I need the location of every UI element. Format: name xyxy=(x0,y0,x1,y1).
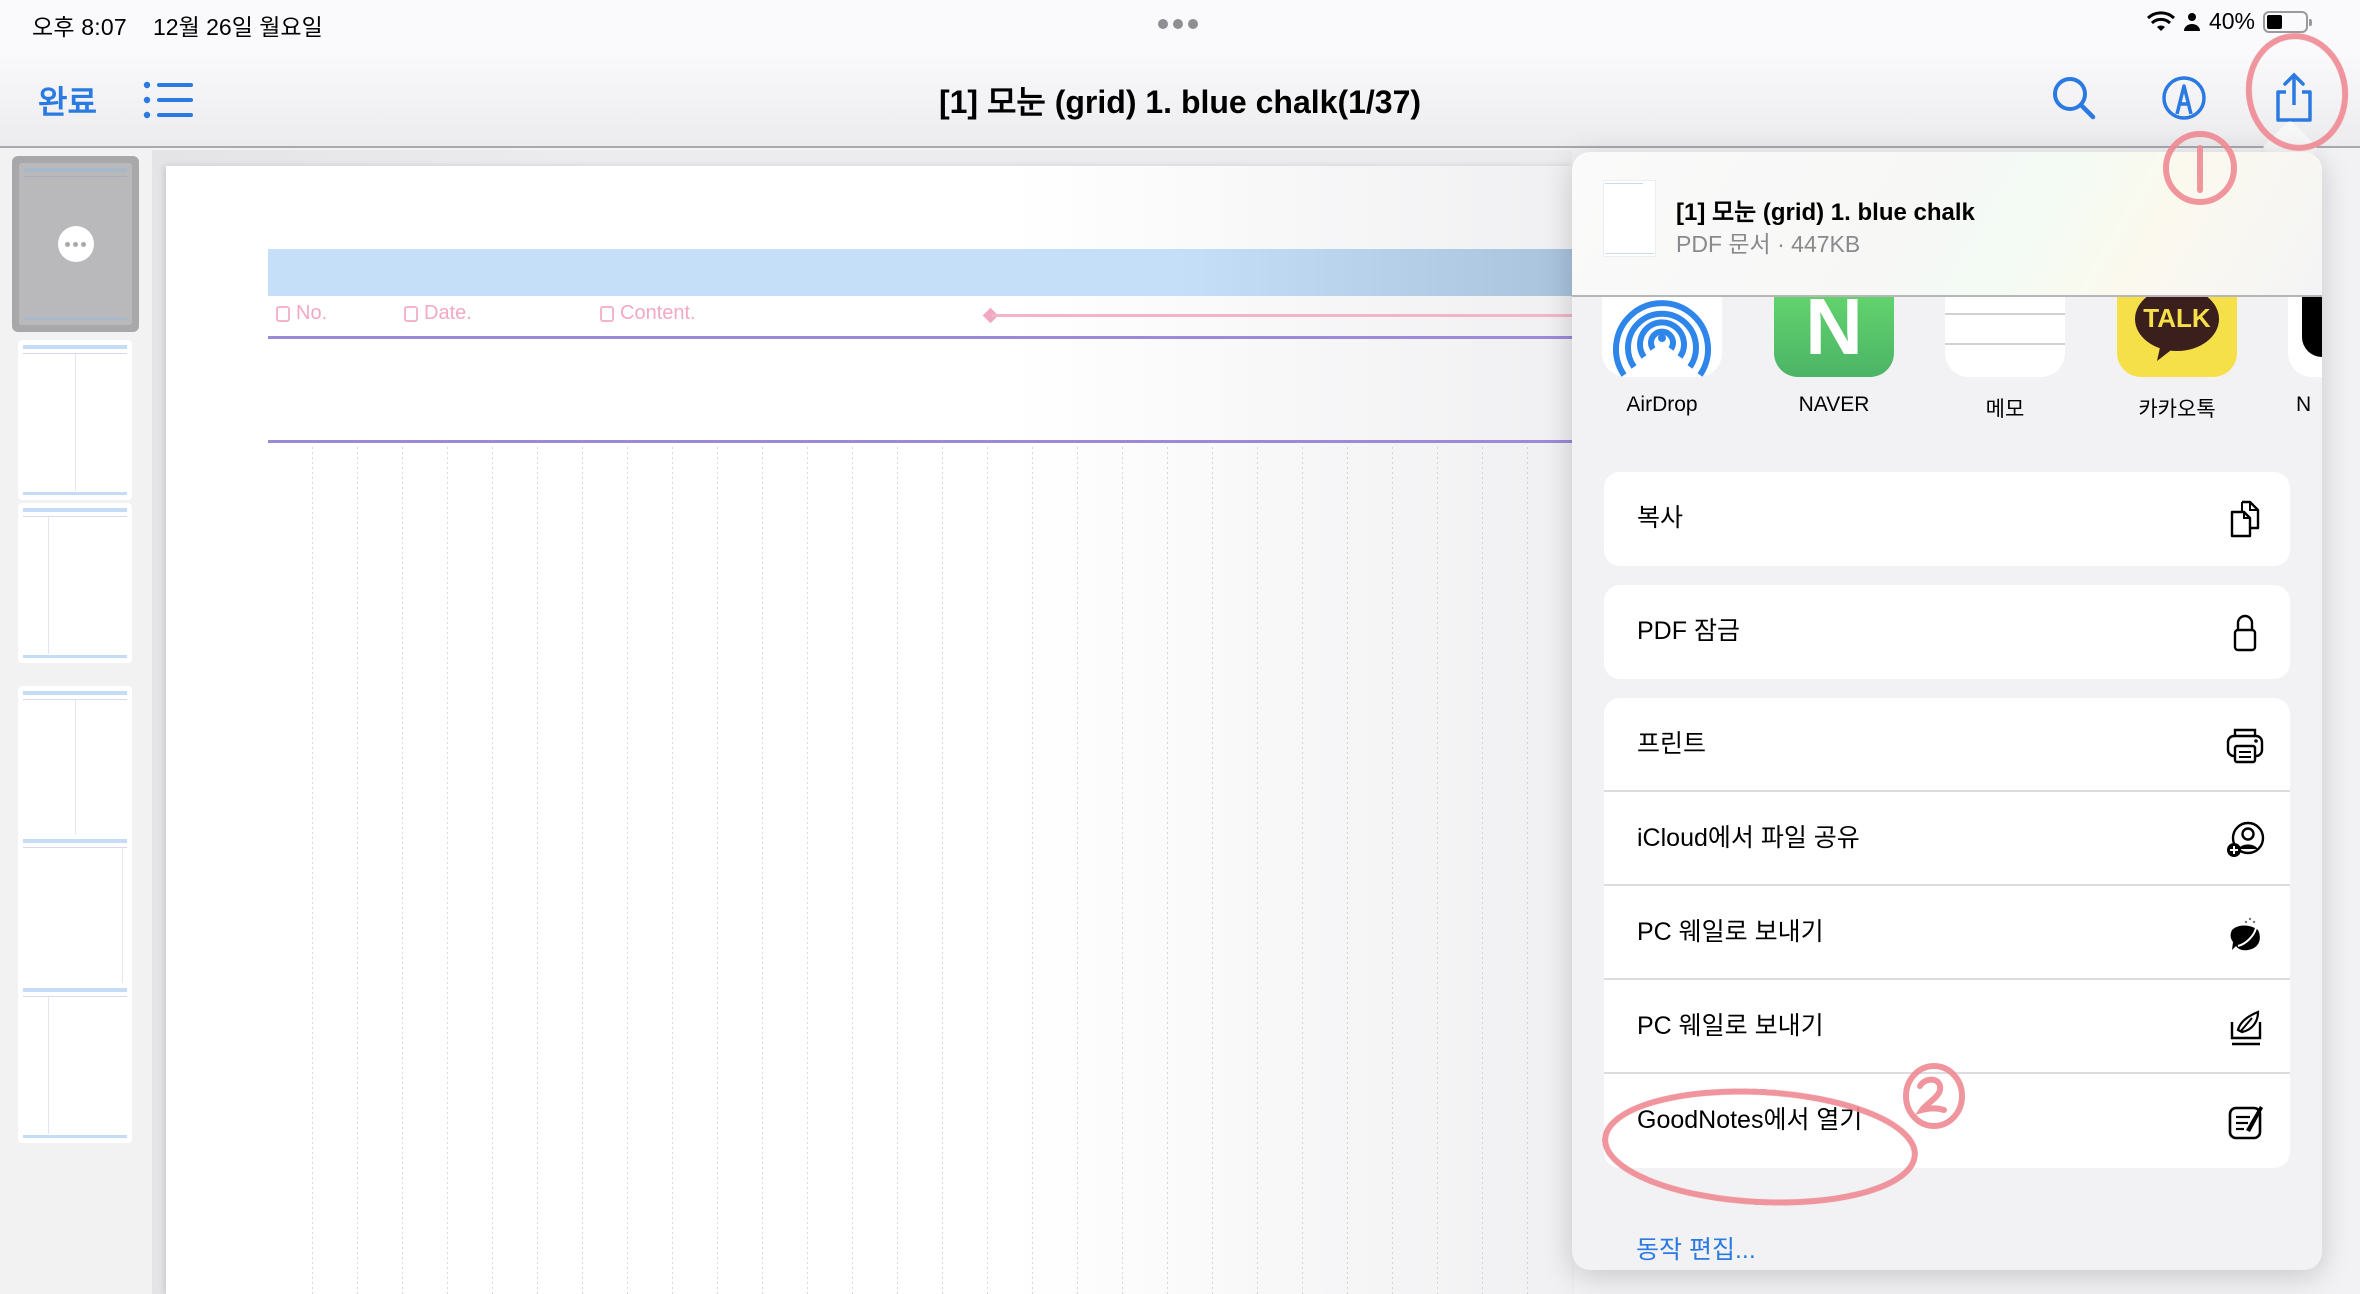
title-rule xyxy=(268,440,1572,443)
page-thumbnail-3[interactable] xyxy=(18,503,132,663)
page-thumbnail-4[interactable] xyxy=(18,686,132,846)
action-group-main: 프린트 iCloud에서 파일 공유 PC 웨일로 보내기 PC 웨일로 보내기… xyxy=(1604,698,2290,1168)
checkbox-icon xyxy=(404,305,418,322)
status-time: 오후 8:07 xyxy=(32,14,127,40)
field-content: Content. xyxy=(600,302,696,325)
header-band xyxy=(268,249,1572,296)
share-sheet: [1] 모눈 (grid) 1. blue chalk PDF 문서 · 447… xyxy=(1572,152,2322,1270)
status-bar: 오후 8:07 12월 26일 월요일 40% xyxy=(0,0,2360,50)
airdrop-icon xyxy=(1602,297,1722,377)
share-sheet-header: [1] 모눈 (grid) 1. blue chalk PDF 문서 · 447… xyxy=(1572,152,2322,297)
battery-percent: 40% xyxy=(2208,8,2255,34)
app-notes[interactable]: 메모 xyxy=(1945,297,2065,423)
action-whale-send[interactable]: PC 웨일로 보내기 xyxy=(1604,886,2290,980)
kakaotalk-icon: TALK xyxy=(2117,297,2237,377)
notes-icon xyxy=(1945,297,2065,377)
app-icon-partial xyxy=(2288,297,2322,377)
action-pdf-lock[interactable]: PDF 잠금 xyxy=(1604,585,2290,679)
file-meta: PDF 문서 · 447KB xyxy=(1676,231,1861,257)
action-group-lock: PDF 잠금 xyxy=(1604,585,2290,679)
checkbox-icon xyxy=(276,305,290,322)
app-airdrop[interactable]: AirDrop xyxy=(1602,297,1722,417)
document-title: [1] 모눈 (grid) 1. blue chalk(1/37) xyxy=(938,84,1422,120)
printer-icon xyxy=(2226,728,2264,764)
page-thumbnail-2[interactable] xyxy=(18,340,132,500)
status-indicators: 40% xyxy=(2146,8,2312,35)
markup-icon[interactable] xyxy=(2158,72,2210,124)
ellipsis-icon[interactable] xyxy=(57,226,94,262)
whale-send-icon xyxy=(2230,1010,2262,1046)
copy-icon xyxy=(2230,500,2260,538)
svg-text:TALK: TALK xyxy=(2143,303,2211,333)
action-print[interactable]: 프린트 xyxy=(1604,698,2290,792)
lock-icon xyxy=(2233,614,2257,652)
dotted-grid xyxy=(268,446,1572,1294)
page-thumbnail-6[interactable] xyxy=(18,983,132,1143)
file-name: [1] 모눈 (grid) 1. blue chalk xyxy=(1676,199,1975,226)
search-icon[interactable] xyxy=(2048,72,2100,124)
action-whale-send-2[interactable]: PC 웨일로 보내기 xyxy=(1604,980,2290,1074)
person-icon xyxy=(2183,12,2200,31)
battery-icon xyxy=(2263,10,2312,33)
page-thumbnail-sidebar xyxy=(0,150,152,1294)
app-partial[interactable]: N xyxy=(2288,297,2322,417)
page-thumbnail-5[interactable] xyxy=(18,834,132,994)
header-rule xyxy=(268,336,1572,339)
action-open-in-goodnotes[interactable]: GoodNotes에서 열기 xyxy=(1604,1074,2290,1168)
action-copy[interactable]: 복사 xyxy=(1604,472,2290,566)
document-page[interactable]: No. Date. Content. xyxy=(166,166,1572,1294)
multitasking-handle[interactable] xyxy=(1158,19,1198,29)
content-underline xyxy=(992,314,1572,317)
field-no: No. xyxy=(276,302,327,325)
app-kakaotalk[interactable]: TALK 카카오톡 xyxy=(2117,297,2237,423)
person-add-icon xyxy=(2227,821,2265,857)
share-apps-row: AirDrop N NAVER 메모 TALK 카카오톡 N xyxy=(1572,297,2322,421)
page-thumbnail-1[interactable] xyxy=(12,156,139,332)
edit-actions-link[interactable]: 동작 편집... xyxy=(1636,1230,1756,1266)
navigation-bar: 완료 [1] 모눈 (grid) 1. blue chalk(1/37) xyxy=(0,50,2360,148)
app-naver[interactable]: N NAVER xyxy=(1774,297,1894,417)
wifi-icon xyxy=(2146,10,2175,31)
file-thumbnail xyxy=(1603,180,1656,257)
checkbox-icon xyxy=(600,305,614,322)
field-date: Date. xyxy=(404,302,472,325)
naver-icon: N xyxy=(1774,297,1894,377)
whale-icon xyxy=(2230,917,2260,951)
goodnotes-icon xyxy=(2228,1106,2263,1140)
status-date: 12월 26일 월요일 xyxy=(153,14,323,40)
action-group-copy: 복사 xyxy=(1604,472,2290,566)
action-icloud-share[interactable]: iCloud에서 파일 공유 xyxy=(1604,792,2290,886)
share-button[interactable] xyxy=(2268,72,2320,124)
